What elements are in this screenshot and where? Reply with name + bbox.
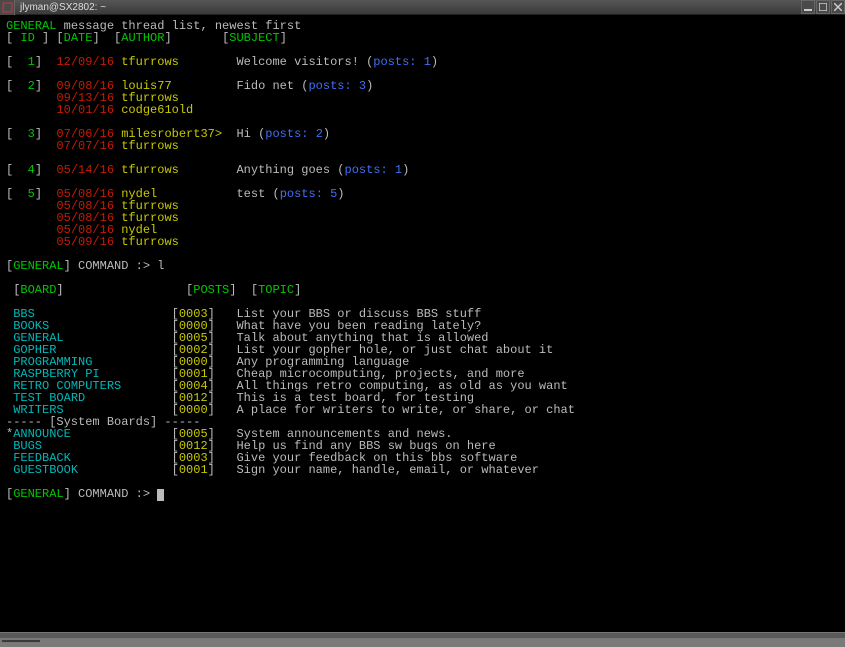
- close-button[interactable]: [831, 0, 845, 14]
- window-title: jlyman@SX2802: ~: [15, 2, 800, 13]
- terminal-window: jlyman@SX2802: ~ GENERAL message thread …: [0, 0, 845, 638]
- maximize-button[interactable]: [816, 0, 830, 14]
- app-icon: [0, 0, 15, 15]
- titlebar: jlyman@SX2802: ~: [0, 0, 845, 15]
- cursor: [157, 489, 164, 501]
- terminal-output[interactable]: GENERAL message thread list, newest firs…: [0, 15, 845, 632]
- taskbar: [0, 632, 845, 638]
- minimize-button[interactable]: [801, 0, 815, 14]
